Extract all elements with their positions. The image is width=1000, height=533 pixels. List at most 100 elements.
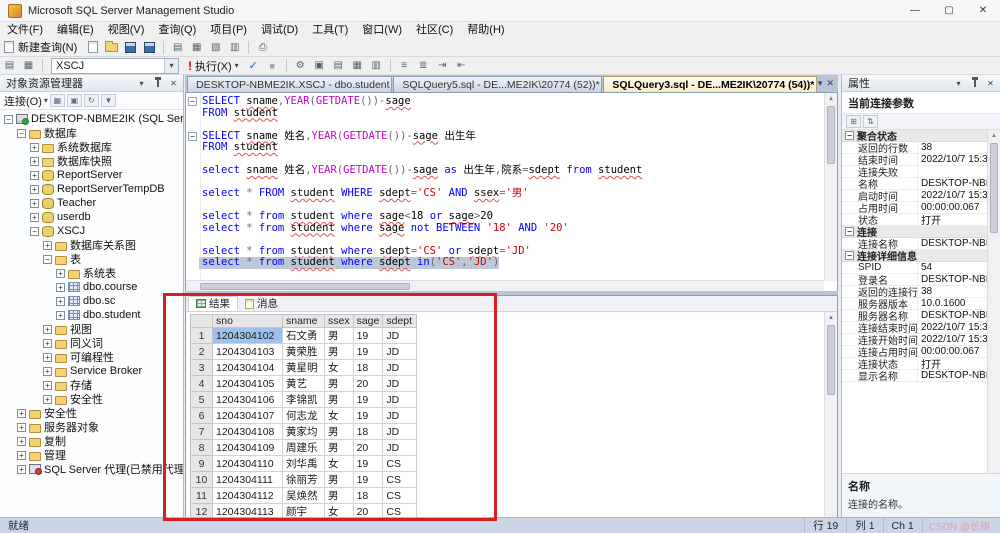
grid-cell[interactable]: 何志龙 [283, 408, 325, 424]
grid-cell[interactable]: CS [383, 472, 417, 488]
collapse-icon[interactable]: − [845, 131, 854, 140]
alphabetical-icon[interactable]: ⇅ [863, 115, 878, 128]
stop-process-icon[interactable]: ▣ [67, 94, 82, 107]
scrollbar-thumb[interactable] [827, 325, 835, 395]
tree-item[interactable]: +Teacher [0, 196, 183, 210]
grid-cell[interactable]: 男 [325, 440, 354, 456]
grid-cell[interactable]: JD [383, 360, 417, 376]
grid-row-number[interactable]: 9 [191, 456, 213, 472]
save-icon[interactable] [125, 42, 136, 53]
grid-cell[interactable]: JD [383, 328, 417, 344]
document-tab[interactable]: DESKTOP-NBME2IK.XSCJ - dbo.student [187, 76, 392, 92]
uncomment-icon[interactable]: ≣ [415, 58, 432, 73]
grid-cell[interactable]: 1204304106 [213, 392, 283, 408]
template-explorer-icon[interactable]: ▧ [207, 40, 224, 55]
grid-row-number[interactable]: 4 [191, 376, 213, 392]
fold-collapse-icon[interactable]: − [186, 97, 199, 106]
print-icon[interactable]: ⎙ [254, 40, 271, 55]
grid-cell[interactable]: JD [383, 376, 417, 392]
grid-cell[interactable]: 19 [353, 456, 383, 472]
menu-debug[interactable]: 调试(D) [254, 22, 305, 38]
close-panel-icon[interactable]: ✕ [984, 77, 997, 90]
grid-row-number[interactable]: 10 [191, 472, 213, 488]
grid-row-number[interactable]: 6 [191, 408, 213, 424]
menu-view[interactable]: 视图(V) [101, 22, 152, 38]
menu-project[interactable]: 项目(P) [203, 22, 254, 38]
scroll-up-icon[interactable]: ▲ [988, 130, 1000, 142]
expand-icon[interactable]: + [17, 409, 26, 418]
close-document-icon[interactable]: ✕ [826, 78, 834, 89]
expand-icon[interactable]: + [17, 437, 26, 446]
tree-item[interactable]: −数据库 [0, 126, 183, 140]
grid-cell[interactable]: 19 [353, 408, 383, 424]
grid-cell[interactable]: 1204304103 [213, 344, 283, 360]
grid-cell[interactable]: 徐丽芳 [283, 472, 325, 488]
expand-icon[interactable]: + [43, 395, 52, 404]
editor-horizontal-scrollbar[interactable] [186, 280, 824, 291]
tree-item[interactable]: +dbo.course [0, 280, 183, 294]
grid-column-header[interactable]: ssex [325, 315, 354, 328]
grid-cell[interactable]: 黄星明 [283, 360, 325, 376]
expand-icon[interactable]: + [30, 213, 39, 222]
grid-cell[interactable]: 1204304112 [213, 488, 283, 504]
grid-cell[interactable]: 1204304107 [213, 408, 283, 424]
connect-button[interactable]: 连接(O) [4, 93, 42, 109]
grid-row-number[interactable]: 1 [191, 328, 213, 344]
expand-icon[interactable]: + [56, 297, 65, 306]
grid-corner-cell[interactable] [191, 315, 213, 328]
menu-window[interactable]: 窗口(W) [355, 22, 409, 38]
tree-item[interactable]: +同义词 [0, 336, 183, 350]
tree-item[interactable]: −DESKTOP-NBME2IK (SQL Server 10.0.160 [0, 112, 183, 126]
scroll-up-icon[interactable]: ▲ [825, 312, 837, 324]
comment-icon[interactable]: ≡ [396, 58, 413, 73]
tree-item[interactable]: +dbo.sc [0, 294, 183, 308]
grid-cell[interactable]: 18 [353, 424, 383, 440]
expand-icon[interactable]: + [56, 269, 65, 278]
grid-row-number[interactable]: 7 [191, 424, 213, 440]
grid-cell[interactable]: JD [383, 344, 417, 360]
maximize-button[interactable]: ▢ [932, 0, 966, 22]
grid-row-number[interactable]: 8 [191, 440, 213, 456]
grid-cell[interactable]: 石文勇 [283, 328, 325, 344]
grid-cell[interactable]: CS [383, 456, 417, 472]
connect-query-icon[interactable]: ▤ [1, 58, 18, 73]
collapse-icon[interactable]: − [845, 251, 854, 260]
expand-icon[interactable]: + [30, 143, 39, 152]
tree-item[interactable]: +视图 [0, 322, 183, 336]
grid-cell[interactable]: 黄荣胜 [283, 344, 325, 360]
expand-icon[interactable]: + [17, 465, 26, 474]
pin-icon[interactable] [151, 77, 164, 90]
expand-icon[interactable]: + [30, 199, 39, 208]
grid-row-number[interactable]: 3 [191, 360, 213, 376]
grid-cell[interactable]: 1204304109 [213, 440, 283, 456]
tree-item[interactable]: +安全性 [0, 406, 183, 420]
grid-cell[interactable]: 男 [325, 424, 354, 440]
results-to-file-icon[interactable]: ▥ [368, 58, 385, 73]
connect-dropdown-icon[interactable]: ▾ [44, 96, 48, 105]
save-all-icon[interactable] [144, 42, 155, 53]
grid-column-header[interactable]: sage [353, 315, 383, 328]
grid-column-header[interactable]: sdept [383, 315, 417, 328]
properties-grid[interactable]: −聚合状态返回的行数38结束时间2022/10/7 15:30:54连接失败名称… [842, 130, 1000, 473]
grid-cell[interactable]: 刘华禹 [283, 456, 325, 472]
grid-cell[interactable]: 男 [325, 344, 354, 360]
menu-help[interactable]: 帮助(H) [460, 22, 511, 38]
grid-cell[interactable]: 19 [353, 472, 383, 488]
new-file-icon[interactable] [88, 41, 98, 53]
menu-edit[interactable]: 编辑(E) [50, 22, 101, 38]
grid-cell[interactable]: 黄艺 [283, 376, 325, 392]
open-file-icon[interactable] [105, 43, 118, 52]
collapse-icon[interactable]: − [845, 227, 854, 236]
fold-collapse-icon[interactable]: − [186, 132, 199, 141]
outdent-icon[interactable]: ⇤ [453, 58, 470, 73]
query-options-icon[interactable]: ⚙ [292, 58, 309, 73]
grid-cell[interactable]: 女 [325, 456, 354, 472]
grid-cell[interactable]: 男 [325, 488, 354, 504]
expand-icon[interactable]: + [43, 339, 52, 348]
close-button[interactable]: ✕ [966, 0, 1000, 22]
tree-item[interactable]: +可编程性 [0, 350, 183, 364]
activity-monitor-icon[interactable]: ▤ [169, 40, 186, 55]
grid-cell[interactable]: 19 [353, 344, 383, 360]
expand-icon[interactable]: + [43, 381, 52, 390]
tree-item[interactable]: −XSCJ [0, 224, 183, 238]
